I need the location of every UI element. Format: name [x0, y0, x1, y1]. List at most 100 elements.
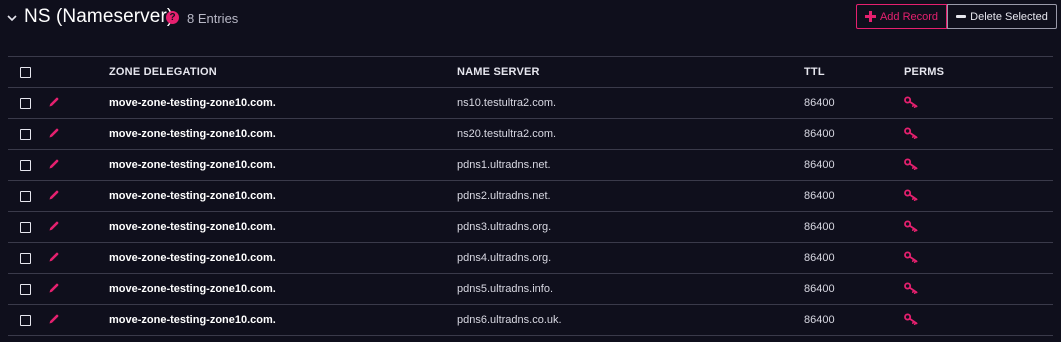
key-icon[interactable]: [904, 251, 918, 266]
select-all-cell: [8, 56, 48, 88]
pencil-icon[interactable]: [48, 96, 60, 111]
row-select-cell: [8, 273, 48, 305]
row-select-cell: [8, 149, 48, 181]
row-checkbox[interactable]: [20, 97, 31, 109]
section-title: NS (Nameserver): [24, 6, 174, 27]
perms-cell: [904, 211, 1053, 243]
name-server-cell: pdns1.ultradns.net.: [457, 149, 804, 181]
row-edit-cell: [48, 149, 109, 181]
name-server-cell: ns20.testultra2.com.: [457, 118, 804, 150]
column-header-ttl[interactable]: TTL: [804, 56, 904, 88]
plus-icon: [864, 11, 876, 22]
row-checkbox[interactable]: [20, 283, 31, 295]
pencil-icon[interactable]: [48, 313, 60, 328]
delete-selected-button[interactable]: Delete Selected: [947, 4, 1057, 29]
perms-cell: [904, 273, 1053, 305]
key-icon[interactable]: [904, 313, 918, 328]
row-edit-cell: [48, 211, 109, 243]
key-icon[interactable]: [904, 220, 918, 235]
pencil-icon[interactable]: [48, 251, 60, 266]
row-edit-cell: [48, 273, 109, 305]
add-record-button[interactable]: Add Record: [856, 4, 947, 29]
ttl-cell: 86400: [804, 118, 904, 150]
row-checkbox[interactable]: [20, 159, 31, 171]
table-row[interactable]: move-zone-testing-zone10.com. pdns5.ultra…: [8, 273, 1053, 305]
ttl-cell: 86400: [804, 211, 904, 243]
row-checkbox[interactable]: [20, 128, 31, 140]
minus-icon: [956, 15, 967, 18]
add-record-label: Add Record: [879, 10, 939, 23]
column-header-perms: PERMS: [904, 56, 1053, 88]
zone-delegation-cell: move-zone-testing-zone10.com.: [109, 87, 457, 119]
row-select-cell: [8, 87, 48, 119]
row-checkbox[interactable]: [20, 190, 31, 202]
zone-delegation-cell: move-zone-testing-zone10.com.: [109, 242, 457, 274]
delete-selected-label: Delete Selected: [970, 10, 1048, 23]
ttl-cell: 86400: [804, 87, 904, 119]
row-checkbox[interactable]: [20, 314, 31, 326]
table-row[interactable]: move-zone-testing-zone10.com. pdns1.ultra…: [8, 149, 1053, 181]
table-row[interactable]: move-zone-testing-zone10.com. pdns2.ultra…: [8, 180, 1053, 212]
perms-cell: [904, 149, 1053, 181]
key-icon[interactable]: [904, 189, 918, 204]
column-header-name-server[interactable]: NAME SERVER: [457, 56, 804, 88]
edit-column-header: [48, 56, 109, 88]
ttl-cell: 86400: [804, 180, 904, 212]
row-edit-cell: [48, 87, 109, 119]
pencil-icon[interactable]: [48, 189, 60, 204]
row-select-cell: [8, 304, 48, 336]
key-icon[interactable]: [904, 96, 918, 111]
zone-delegation-cell: move-zone-testing-zone10.com.: [109, 180, 457, 212]
table-row[interactable]: move-zone-testing-zone10.com. pdns3.ultra…: [8, 211, 1053, 243]
table-row[interactable]: move-zone-testing-zone10.com. ns10.testul…: [8, 87, 1053, 119]
zone-delegation-cell: move-zone-testing-zone10.com.: [109, 304, 457, 336]
ttl-cell: 86400: [804, 273, 904, 305]
perms-cell: [904, 180, 1053, 212]
perms-cell: [904, 304, 1053, 336]
row-edit-cell: [48, 180, 109, 212]
pencil-icon[interactable]: [48, 158, 60, 173]
table-header-row: ZONE DELEGATION NAME SERVER TTL PERMS: [8, 56, 1053, 88]
name-server-cell: pdns5.ultradns.info.: [457, 273, 804, 305]
name-server-cell: ns10.testultra2.com.: [457, 87, 804, 119]
table-row[interactable]: move-zone-testing-zone10.com. pdns6.ultra…: [8, 304, 1053, 336]
column-header-zone-delegation[interactable]: ZONE DELEGATION: [109, 56, 457, 88]
perms-cell: [904, 87, 1053, 119]
row-edit-cell: [48, 304, 109, 336]
zone-delegation-cell: move-zone-testing-zone10.com.: [109, 273, 457, 305]
zone-delegation-cell: move-zone-testing-zone10.com.: [109, 211, 457, 243]
chevron-down-icon[interactable]: [6, 12, 18, 24]
section-header: NS (Nameserver) ? 8 Entries Add Record D…: [0, 0, 1061, 40]
ttl-cell: 86400: [804, 242, 904, 274]
key-icon[interactable]: [904, 127, 918, 142]
row-edit-cell: [48, 242, 109, 274]
perms-cell: [904, 118, 1053, 150]
name-server-cell: pdns2.ultradns.net.: [457, 180, 804, 212]
row-edit-cell: [48, 118, 109, 150]
row-checkbox[interactable]: [20, 221, 31, 233]
key-icon[interactable]: [904, 158, 918, 173]
row-select-cell: [8, 180, 48, 212]
help-icon[interactable]: ?: [166, 11, 179, 24]
key-icon[interactable]: [904, 282, 918, 297]
ttl-cell: 86400: [804, 304, 904, 336]
row-checkbox[interactable]: [20, 252, 31, 264]
row-select-cell: [8, 118, 48, 150]
entry-count: 8 Entries: [187, 11, 239, 26]
name-server-cell: pdns4.ultradns.org.: [457, 242, 804, 274]
name-server-cell: pdns3.ultradns.org.: [457, 211, 804, 243]
zone-delegation-cell: move-zone-testing-zone10.com.: [109, 149, 457, 181]
perms-cell: [904, 242, 1053, 274]
ttl-cell: 86400: [804, 149, 904, 181]
zone-delegation-cell: move-zone-testing-zone10.com.: [109, 118, 457, 150]
table-row[interactable]: move-zone-testing-zone10.com. pdns4.ultra…: [8, 242, 1053, 274]
pencil-icon[interactable]: [48, 220, 60, 235]
row-select-cell: [8, 211, 48, 243]
select-all-checkbox[interactable]: [20, 66, 31, 78]
name-server-cell: pdns6.ultradns.co.uk.: [457, 304, 804, 336]
records-table: ZONE DELEGATION NAME SERVER TTL PERMS mo…: [8, 56, 1053, 336]
pencil-icon[interactable]: [48, 282, 60, 297]
row-select-cell: [8, 242, 48, 274]
table-row[interactable]: move-zone-testing-zone10.com. ns20.testul…: [8, 118, 1053, 150]
pencil-icon[interactable]: [48, 127, 60, 142]
